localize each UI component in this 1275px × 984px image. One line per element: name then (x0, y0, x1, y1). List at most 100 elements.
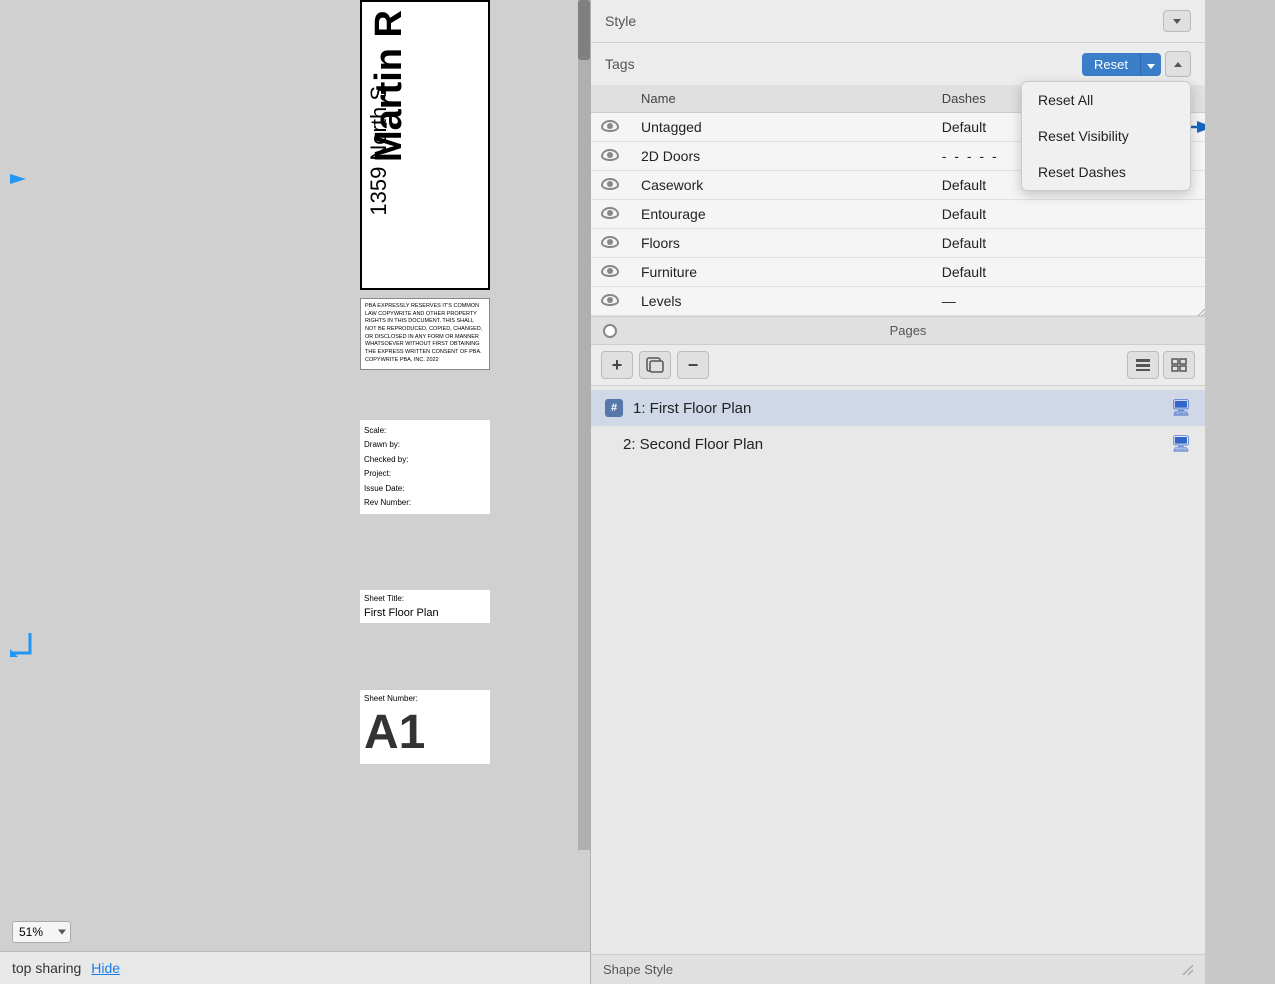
subtitle-text: 1359 North S (362, 82, 400, 220)
arrow-right-icon (8, 168, 30, 195)
sheet-title-block: Sheet Title: First Floor Plan (360, 590, 490, 623)
pages-circle-icon (603, 324, 617, 338)
title-block: Martin R 1359 North S (360, 0, 490, 290)
visibility-cell (591, 200, 631, 229)
eye-icon (601, 236, 619, 248)
tag-name-cell: Furniture (631, 258, 932, 287)
reset-dropdown-button[interactable] (1140, 53, 1161, 76)
add-page-button[interactable]: + (601, 351, 633, 379)
hide-link[interactable]: Hide (91, 960, 120, 976)
pages-toolbar-right (1127, 351, 1195, 379)
bottom-bar: 25% 51% 75% 100% 150% 200% top sharing H… (0, 869, 590, 984)
table-row[interactable]: Furniture Default (591, 258, 1205, 287)
table-row[interactable]: Entourage Default (591, 200, 1205, 229)
list-item[interactable]: # 1: First Floor Plan 🖥 (591, 390, 1205, 426)
col-name-header: Name (631, 85, 932, 113)
eye-icon (601, 207, 619, 219)
rev-number-label: Rev Number: (364, 496, 486, 510)
duplicate-page-button[interactable] (639, 351, 671, 379)
reset-button[interactable]: Reset (1082, 53, 1140, 76)
tag-name-cell: Untagged (631, 113, 932, 142)
visibility-cell (591, 287, 631, 316)
tags-header: Tags Reset Reset All Reset Visibility Re… (591, 43, 1205, 85)
pages-list: # 1: First Floor Plan 🖥 2: Second Floor … (591, 386, 1205, 954)
sheet-number-value: A1 (364, 705, 486, 760)
zoom-row: 25% 51% 75% 100% 150% 200% (0, 913, 590, 951)
eye-icon (601, 265, 619, 277)
style-label: Style (605, 13, 1163, 29)
reset-visibility-menu-item[interactable]: Reset Visibility (1022, 118, 1190, 154)
visibility-cell (591, 113, 631, 142)
grid-view-icon (1170, 357, 1188, 373)
reset-dashes-menu-item[interactable]: Reset Dashes (1022, 154, 1190, 190)
canvas-scrollbar[interactable] (578, 0, 590, 850)
plus-icon: + (612, 355, 623, 376)
eye-icon (601, 149, 619, 161)
list-item[interactable]: 2: Second Floor Plan 🖥 (591, 426, 1205, 462)
zoom-select[interactable]: 25% 51% 75% 100% 150% 200% (12, 921, 71, 943)
issue-date-label: Issue Date: (364, 482, 486, 496)
sheet-title-label: Sheet Title: (364, 594, 486, 603)
tag-name-cell: Entourage (631, 200, 932, 229)
sheet-number-block: Sheet Number: A1 (360, 690, 490, 764)
pages-toolbar-left: + − (601, 351, 1121, 379)
minus-icon: − (688, 355, 699, 376)
scale-label: Scale: (364, 424, 486, 438)
tags-chevron-up-icon (1174, 62, 1182, 67)
grid-view-button[interactable] (1163, 351, 1195, 379)
list-view-icon (1134, 357, 1152, 373)
arrow-corner-icon (8, 631, 38, 666)
project-label: Project: (364, 467, 486, 481)
eye-icon (601, 120, 619, 132)
page-name: 1: First Floor Plan (633, 400, 1161, 417)
resize-corner-icon (1179, 961, 1193, 975)
tag-name-cell: Floors (631, 229, 932, 258)
tag-name-cell: Levels (631, 287, 932, 316)
right-panel: Style Tags Reset Reset All Reset Visibil… (590, 0, 1205, 984)
page-name: 2: Second Floor Plan (623, 436, 1161, 453)
col-visibility-header (591, 85, 631, 113)
monitor-icon: 🖥 (1171, 434, 1191, 454)
shape-style-label: Shape Style (603, 962, 673, 977)
panel-resize-handle[interactable] (1179, 961, 1193, 978)
tag-dashes-cell: — (932, 287, 1205, 316)
pages-toolbar: + − (591, 345, 1205, 386)
resize-icon (1193, 305, 1205, 316)
info-block: Scale: Drawn by: Checked by: Project: Is… (360, 420, 490, 514)
style-section: Style (591, 0, 1205, 43)
eye-icon (601, 178, 619, 190)
drawn-label: Drawn by: (364, 438, 486, 452)
list-view-button[interactable] (1127, 351, 1159, 379)
tag-dashes-cell: Default (932, 229, 1205, 258)
table-row[interactable]: Levels — (591, 287, 1205, 316)
tag-dashes-cell: Default (932, 200, 1205, 229)
tags-collapse-button[interactable] (1165, 51, 1191, 77)
sheet-title-value: First Floor Plan (364, 607, 486, 619)
duplicate-icon (645, 356, 665, 374)
pages-section: Pages + − (591, 317, 1205, 954)
zoom-select-wrapper[interactable]: 25% 51% 75% 100% 150% 200% (12, 921, 71, 943)
sheet-number-label: Sheet Number: (364, 694, 486, 703)
canvas-area: Martin R 1359 North S PBA EXPRESSLY RESE… (0, 0, 590, 984)
monitor-icon: 🖥 (1171, 398, 1191, 418)
reset-all-menu-item[interactable]: Reset All (1022, 82, 1190, 118)
remove-page-button[interactable]: − (677, 351, 709, 379)
sharing-text: top sharing (12, 960, 81, 976)
pages-label: Pages (623, 323, 1193, 338)
canvas-scrollbar-thumb[interactable] (578, 0, 590, 60)
checked-label: Checked by: (364, 453, 486, 467)
reset-chevron-icon (1147, 64, 1155, 69)
table-resize-handle[interactable] (1193, 304, 1205, 316)
style-dropdown-button[interactable] (1163, 10, 1191, 32)
tag-dashes-cell: Default (932, 258, 1205, 287)
tag-name-cell: Casework (631, 171, 932, 200)
table-row[interactable]: Floors Default (591, 229, 1205, 258)
current-page-badge: # (605, 399, 623, 417)
copyright-block: PBA EXPRESSLY RESERVES IT'S COMMON LAW C… (360, 298, 490, 370)
visibility-cell (591, 258, 631, 287)
visibility-cell (591, 229, 631, 258)
sharing-bar: top sharing Hide (0, 951, 590, 984)
style-chevron-icon (1173, 19, 1181, 24)
visibility-cell (591, 142, 631, 171)
tag-name-cell: 2D Doors (631, 142, 932, 171)
